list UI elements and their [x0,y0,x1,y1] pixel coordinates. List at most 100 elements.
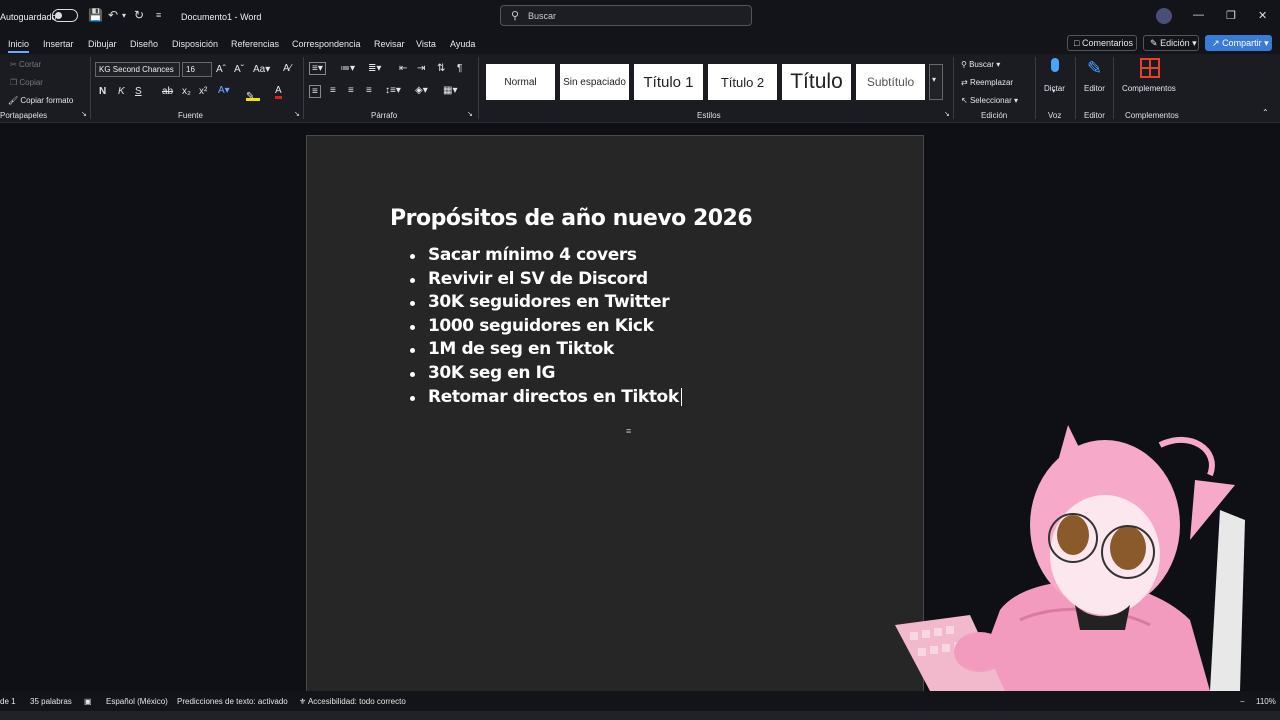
redo-icon[interactable]: ↻ [134,8,144,22]
line-spacing-icon[interactable]: ↕≡▾ [385,85,401,96]
font-color-icon[interactable]: A [275,85,282,99]
font-dialog-launcher-icon[interactable]: ↘ [294,110,300,118]
editor-pen-icon[interactable]: ✎ [1087,58,1102,79]
align-left-icon[interactable]: ≡ [309,85,321,98]
style-normal[interactable]: Normal [486,64,555,100]
language-status[interactable]: Español (México) [106,697,168,706]
align-right-icon[interactable]: ≡ [348,85,354,96]
change-case-icon[interactable]: Aa▾ [253,64,270,75]
search-box[interactable]: ⚲ Buscar [500,5,752,26]
strikethrough-icon[interactable]: ab [162,86,173,97]
save-icon[interactable]: 💾 [88,8,103,22]
editing-group-label: Edición [981,111,1008,120]
justify-icon[interactable]: ≡ [366,85,372,96]
font-size-select[interactable]: 16 [182,62,212,77]
style-heading-1[interactable]: Título 1 [634,64,703,100]
restore-icon[interactable]: ❐ [1226,9,1236,22]
tab-vista[interactable]: Vista [416,39,436,49]
document-heading[interactable]: Propósitos de año nuevo 2026 [390,206,753,231]
autosave-toggle[interactable] [52,9,78,22]
find-button[interactable]: ⚲ Buscar ▾ [961,60,1000,69]
list-item[interactable]: 30K seguidores en Twitter [410,292,682,316]
share-button[interactable]: ↗ Compartir ▾ [1205,35,1272,51]
search-placeholder: Buscar [528,11,557,21]
addins-grid-icon[interactable] [1140,58,1160,78]
editor-button-label[interactable]: Editor [1084,84,1105,93]
tab-ayuda[interactable]: Ayuda [450,39,475,49]
replace-button[interactable]: ⇄ Reemplazar [961,78,1013,87]
clipboard-group-label: Portapapeles [0,111,48,120]
proofing-icon[interactable]: ▣ [84,697,92,706]
replace-icon: ⇄ [961,78,968,87]
accessibility-status[interactable]: ⚜ Accesibilidad: todo correcto [299,697,406,706]
zoom-out-icon[interactable]: − [1240,697,1245,706]
styles-gallery-more[interactable]: ▾ [929,64,943,100]
zoom-level[interactable]: 110% [1256,697,1276,706]
comments-button[interactable]: □ Comentarios [1067,35,1137,51]
numbering-icon[interactable]: ≔▾ [340,63,355,74]
show-marks-icon[interactable]: ¶ [457,63,462,74]
list-item[interactable]: 1000 seguidores en Kick [410,316,682,340]
multilevel-list-icon[interactable]: ≣▾ [368,63,381,74]
styles-dialog-launcher-icon[interactable]: ↘ [944,110,950,118]
collapse-ribbon-icon[interactable]: ⌃ [1262,108,1269,117]
doc-name: Documento1 [181,12,233,22]
grow-font-icon[interactable]: Aˆ [216,64,226,75]
borders-icon[interactable]: ▦▾ [443,85,457,96]
tab-inicio[interactable]: Inicio [8,39,30,53]
font-size-value: 16 [186,65,195,74]
style-subtitle[interactable]: Subtítulo [856,64,925,100]
close-icon[interactable]: ✕ [1258,9,1267,22]
format-painter-button[interactable]: 🖌 Copiar formato [8,96,73,105]
highlight-icon[interactable]: ✎ [246,86,260,102]
tab-diseno[interactable]: Diseño [130,39,158,49]
subscript-icon[interactable]: x₂ [182,86,191,97]
underline-button[interactable]: S [135,86,142,97]
italic-button[interactable]: K [118,86,125,97]
list-item[interactable]: Sacar mínimo 4 covers [410,245,682,269]
document-bullet-list[interactable]: Sacar mínimo 4 covers Revivir el SV de D… [410,245,682,410]
tab-dibujar[interactable]: Dibujar [88,39,117,49]
tab-correspondencia[interactable]: Correspondencia [292,39,361,49]
copilot-icon[interactable] [1156,8,1172,24]
bullets-icon[interactable]: ≡▾ [309,62,326,75]
bold-button[interactable]: N [99,86,106,97]
decrease-indent-icon[interactable]: ⇤ [399,63,407,74]
editing-mode-button[interactable]: ✎ Edición ▾ [1143,35,1199,51]
increase-indent-icon[interactable]: ⇥ [417,63,425,74]
undo-dropdown-icon[interactable]: ▾ [122,11,126,20]
align-center-icon[interactable]: ≡ [330,85,336,96]
select-button[interactable]: ↖ Seleccionar ▾ [961,96,1018,105]
list-item[interactable]: 1M de seg en Tiktok [410,339,682,363]
list-item[interactable]: 30K seg en IG [410,363,682,387]
shrink-font-icon[interactable]: Aˇ [234,64,244,75]
paragraph-dialog-launcher-icon[interactable]: ↘ [467,110,473,118]
superscript-icon[interactable]: x² [199,86,207,97]
sort-icon[interactable]: ⇅ [437,63,445,74]
style-no-spacing[interactable]: Sin espaciado [560,64,629,100]
minimize-icon[interactable]: — [1193,9,1204,21]
tab-disposicion[interactable]: Disposición [172,39,218,49]
tab-revisar[interactable]: Revisar [374,39,405,49]
list-item[interactable]: Retomar directos en Tiktok [410,387,682,411]
word-count[interactable]: 35 palabras [30,697,72,706]
text-predictions-status[interactable]: Predicciones de texto: activado [177,697,288,706]
style-heading-2[interactable]: Título 2 [708,64,777,100]
dictate-label: Dictar [1044,84,1065,93]
dictate-button[interactable]: ▾ [1048,58,1062,95]
list-item[interactable]: Revivir el SV de Discord [410,269,682,293]
tab-referencias[interactable]: Referencias [231,39,279,49]
copy-button[interactable]: ❐ Copiar [10,78,43,87]
shading-icon[interactable]: ◈▾ [415,85,428,96]
undo-icon[interactable]: ↶ [108,8,118,22]
font-name-select[interactable]: KG Second Chances [95,62,180,77]
dialog-launcher-icon[interactable]: ↘ [81,110,87,118]
cut-button[interactable]: ✂ Cortar [10,60,41,69]
text-effects-icon[interactable]: A▾ [218,85,230,96]
page-count[interactable]: de 1 [0,697,16,706]
clear-formatting-icon[interactable]: A∕ [283,63,291,74]
tab-insertar[interactable]: Insertar [43,39,74,49]
style-title[interactable]: Título [782,64,851,100]
addins-button-label[interactable]: Complementos [1122,84,1176,93]
customize-toolbar-icon[interactable]: ≡ [156,10,161,20]
